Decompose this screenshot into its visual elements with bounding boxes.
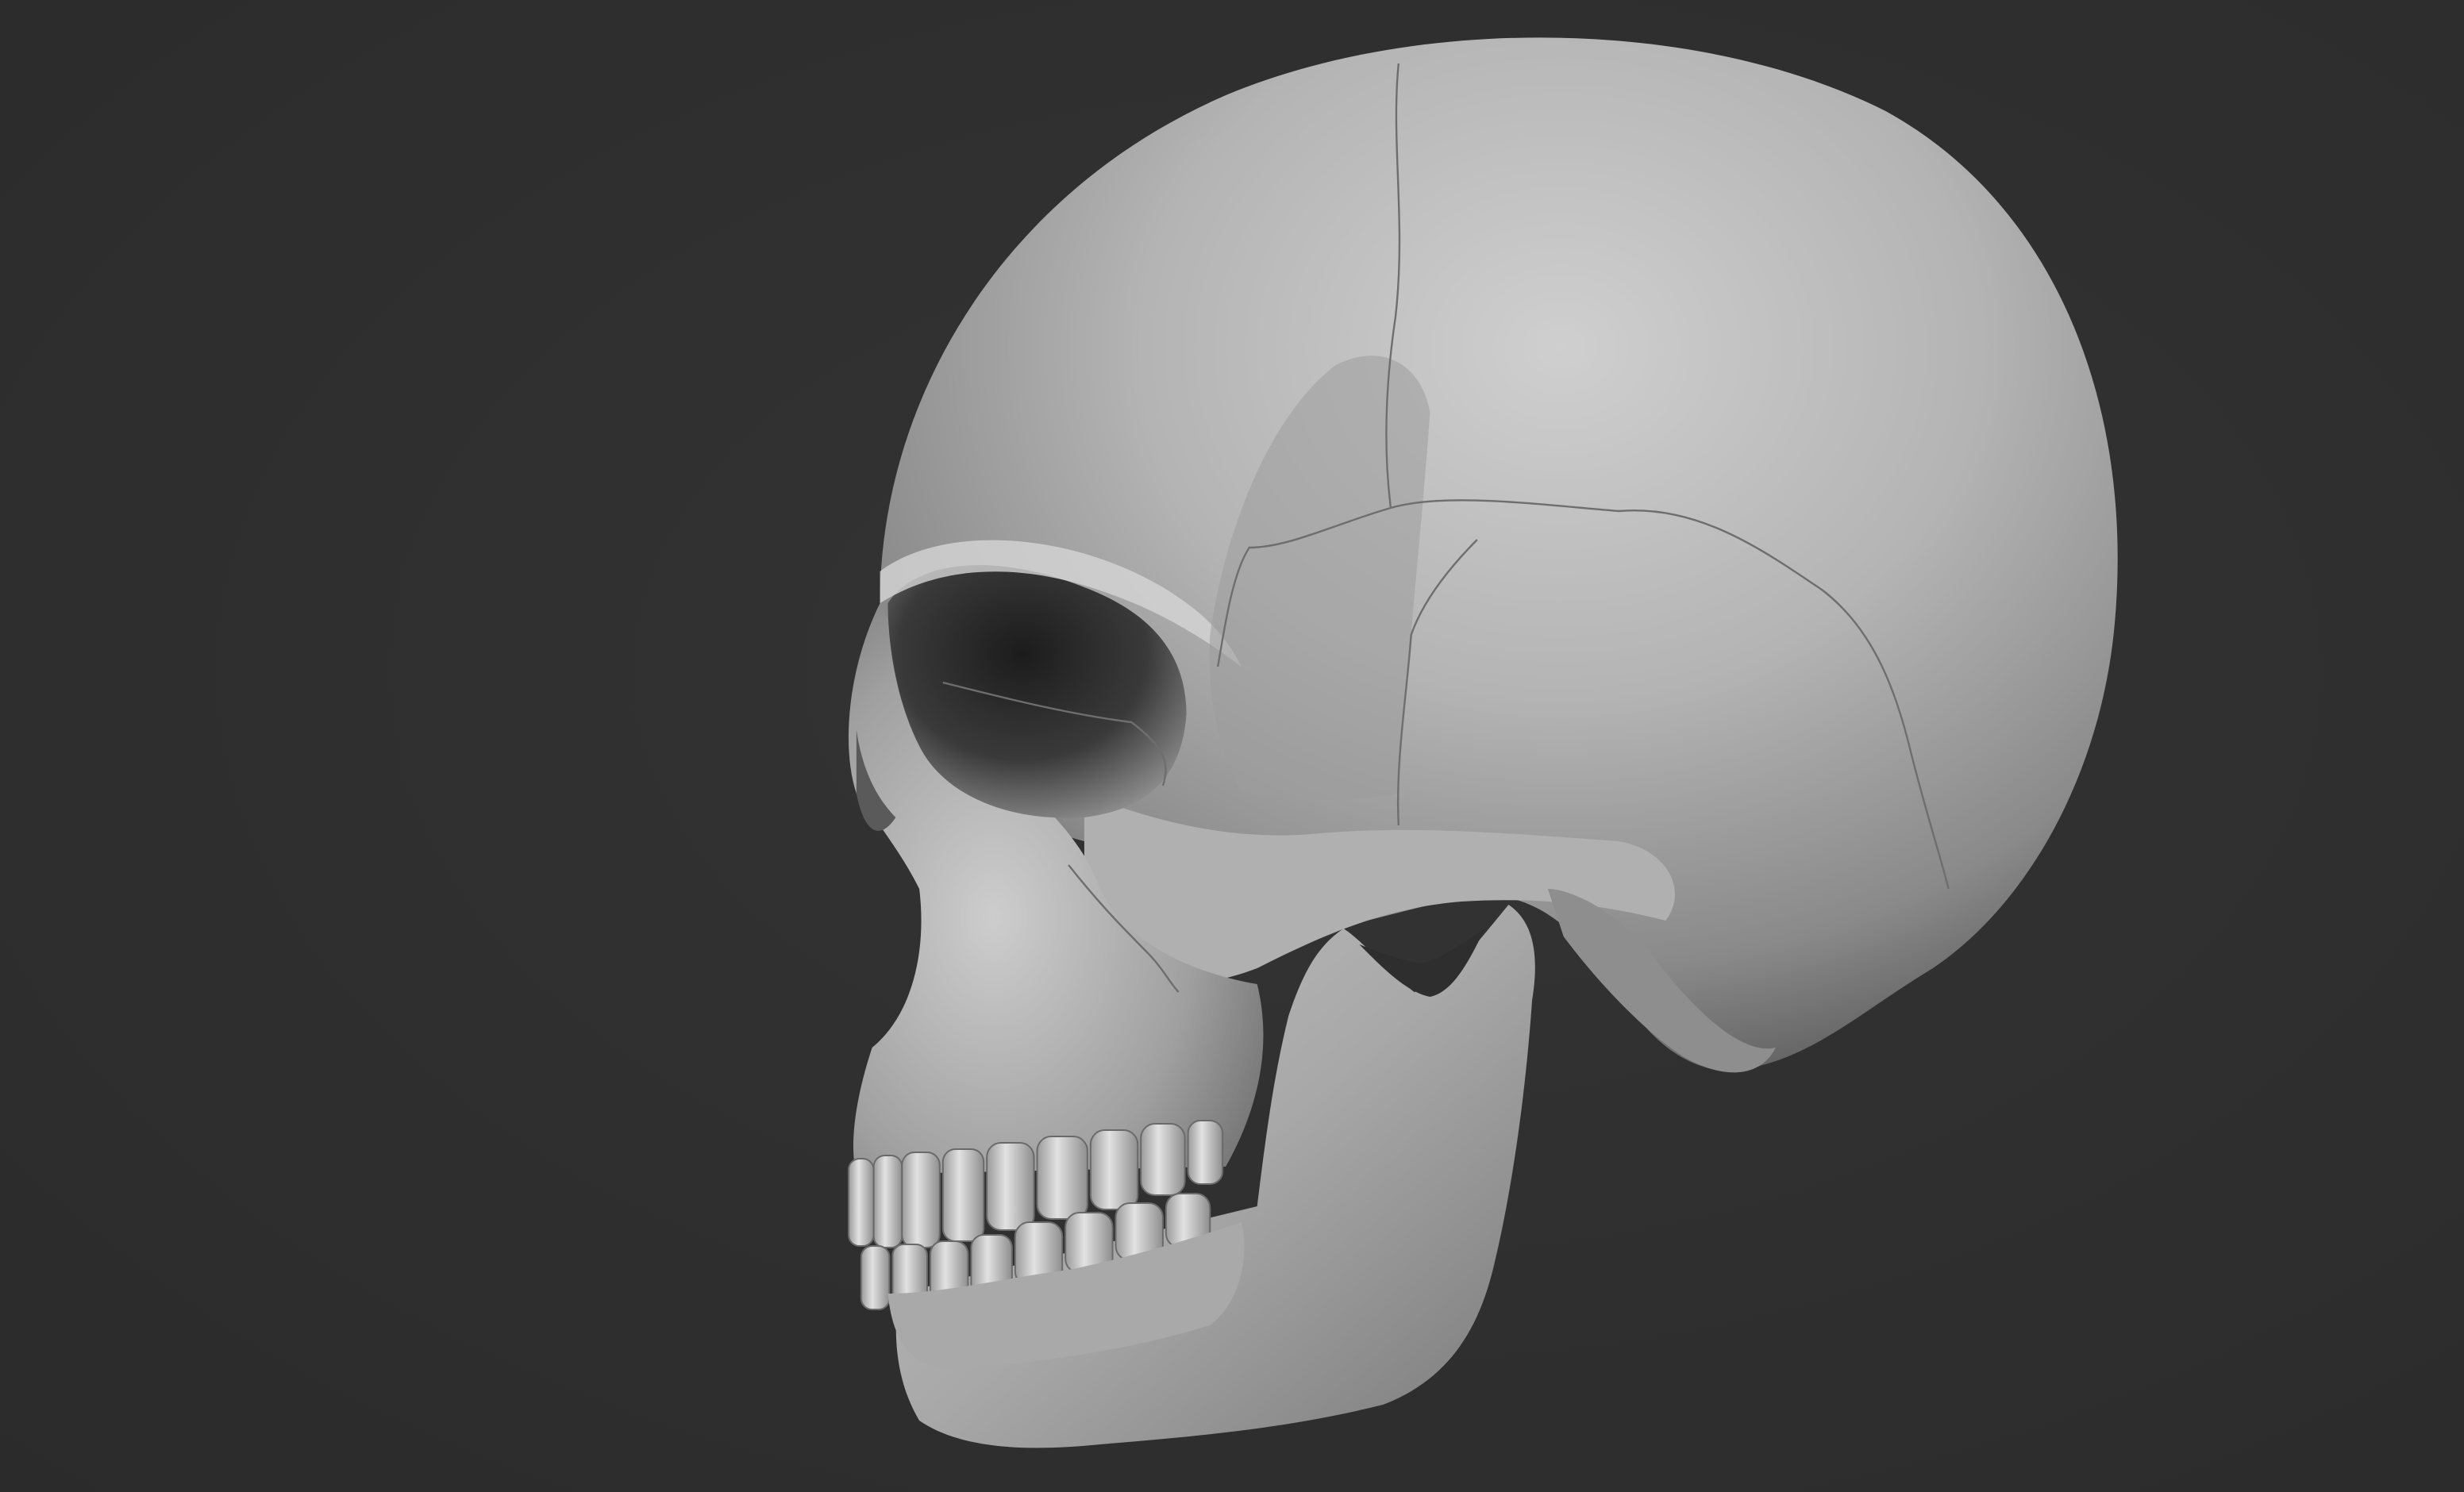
3d-viewport[interactable] xyxy=(0,0,2464,1492)
skull-render xyxy=(847,37,2118,1448)
